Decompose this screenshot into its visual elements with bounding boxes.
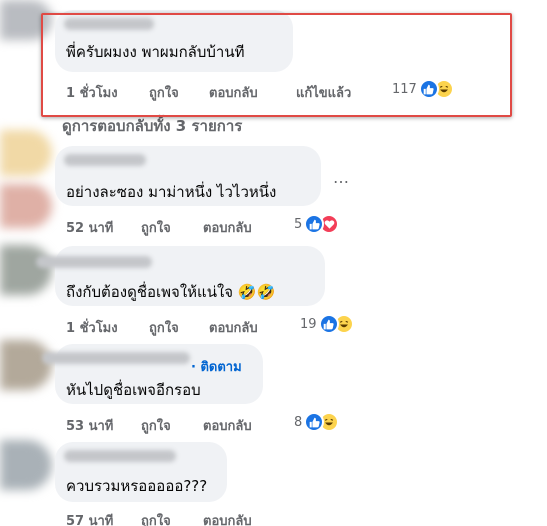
reaction-summary[interactable]: 5 bbox=[294, 213, 340, 235]
commenter-name[interactable] bbox=[36, 256, 152, 268]
reply-button[interactable]: ตอบกลับ bbox=[209, 317, 258, 338]
like-button[interactable]: ถูกใจ bbox=[149, 82, 179, 103]
edited-label[interactable]: แก้ไขแล้ว bbox=[296, 82, 351, 103]
comment-time[interactable]: 57 นาที bbox=[66, 510, 113, 526]
commenter-name[interactable] bbox=[42, 352, 190, 364]
view-replies-link[interactable]: ดูการตอบกลับทั้ง 3 รายการ bbox=[62, 114, 242, 138]
avatar[interactable] bbox=[0, 0, 52, 40]
avatar[interactable] bbox=[0, 184, 52, 228]
avatar[interactable] bbox=[0, 245, 52, 295]
like-button[interactable]: ถูกใจ bbox=[141, 415, 171, 436]
comment-text: อย่างละซอง มาม่าหนึ่ง ไวไวหนึ่ง bbox=[66, 183, 277, 201]
reaction-summary[interactable]: 117 bbox=[392, 78, 454, 100]
commenter-name[interactable] bbox=[64, 18, 154, 30]
reply-button[interactable]: ตอบกลับ bbox=[203, 217, 252, 238]
commenter-name[interactable] bbox=[64, 154, 146, 166]
reply-button[interactable]: ตอบกลับ bbox=[209, 82, 258, 103]
like-icon bbox=[418, 79, 439, 99]
comment-time[interactable]: 52 นาที bbox=[66, 217, 113, 238]
reaction-count: 117 bbox=[392, 81, 417, 97]
reaction-summary[interactable]: 8 bbox=[294, 411, 340, 433]
comment-time[interactable]: 1 ชั่วโมง bbox=[66, 317, 118, 338]
comment-text: ควบรวมหรอออออ??? bbox=[66, 477, 208, 495]
like-button[interactable]: ถูกใจ bbox=[141, 510, 171, 526]
follow-button[interactable]: · ติดตาม bbox=[191, 356, 242, 377]
comment-text: ถึงกับต้องดูชื่อเพจให้แน่ใจ 🤣🤣 bbox=[66, 283, 276, 301]
commenter-name[interactable] bbox=[64, 450, 176, 462]
like-button[interactable]: ถูกใจ bbox=[141, 217, 171, 238]
avatar[interactable] bbox=[0, 440, 52, 490]
avatar[interactable] bbox=[0, 130, 52, 176]
reaction-summary[interactable]: 19 bbox=[300, 313, 354, 335]
reaction-count: 5 bbox=[294, 216, 303, 232]
reaction-count: 19 bbox=[300, 316, 317, 332]
reply-button[interactable]: ตอบกลับ bbox=[203, 510, 252, 526]
reaction-count: 8 bbox=[294, 414, 303, 430]
comment-text: หันไปดูชื่อเพจอีกรอบ bbox=[66, 381, 201, 399]
comment-text: พี่ครับผมงง พาผมกลับบ้านที bbox=[66, 43, 245, 61]
like-icon bbox=[318, 314, 339, 334]
comment-time[interactable]: 1 ชั่วโมง bbox=[66, 82, 118, 103]
more-options-icon[interactable]: … bbox=[333, 168, 350, 187]
avatar[interactable] bbox=[0, 340, 52, 390]
like-button[interactable]: ถูกใจ bbox=[149, 317, 179, 338]
comment-time[interactable]: 53 นาที bbox=[66, 415, 113, 436]
reply-button[interactable]: ตอบกลับ bbox=[203, 415, 252, 436]
